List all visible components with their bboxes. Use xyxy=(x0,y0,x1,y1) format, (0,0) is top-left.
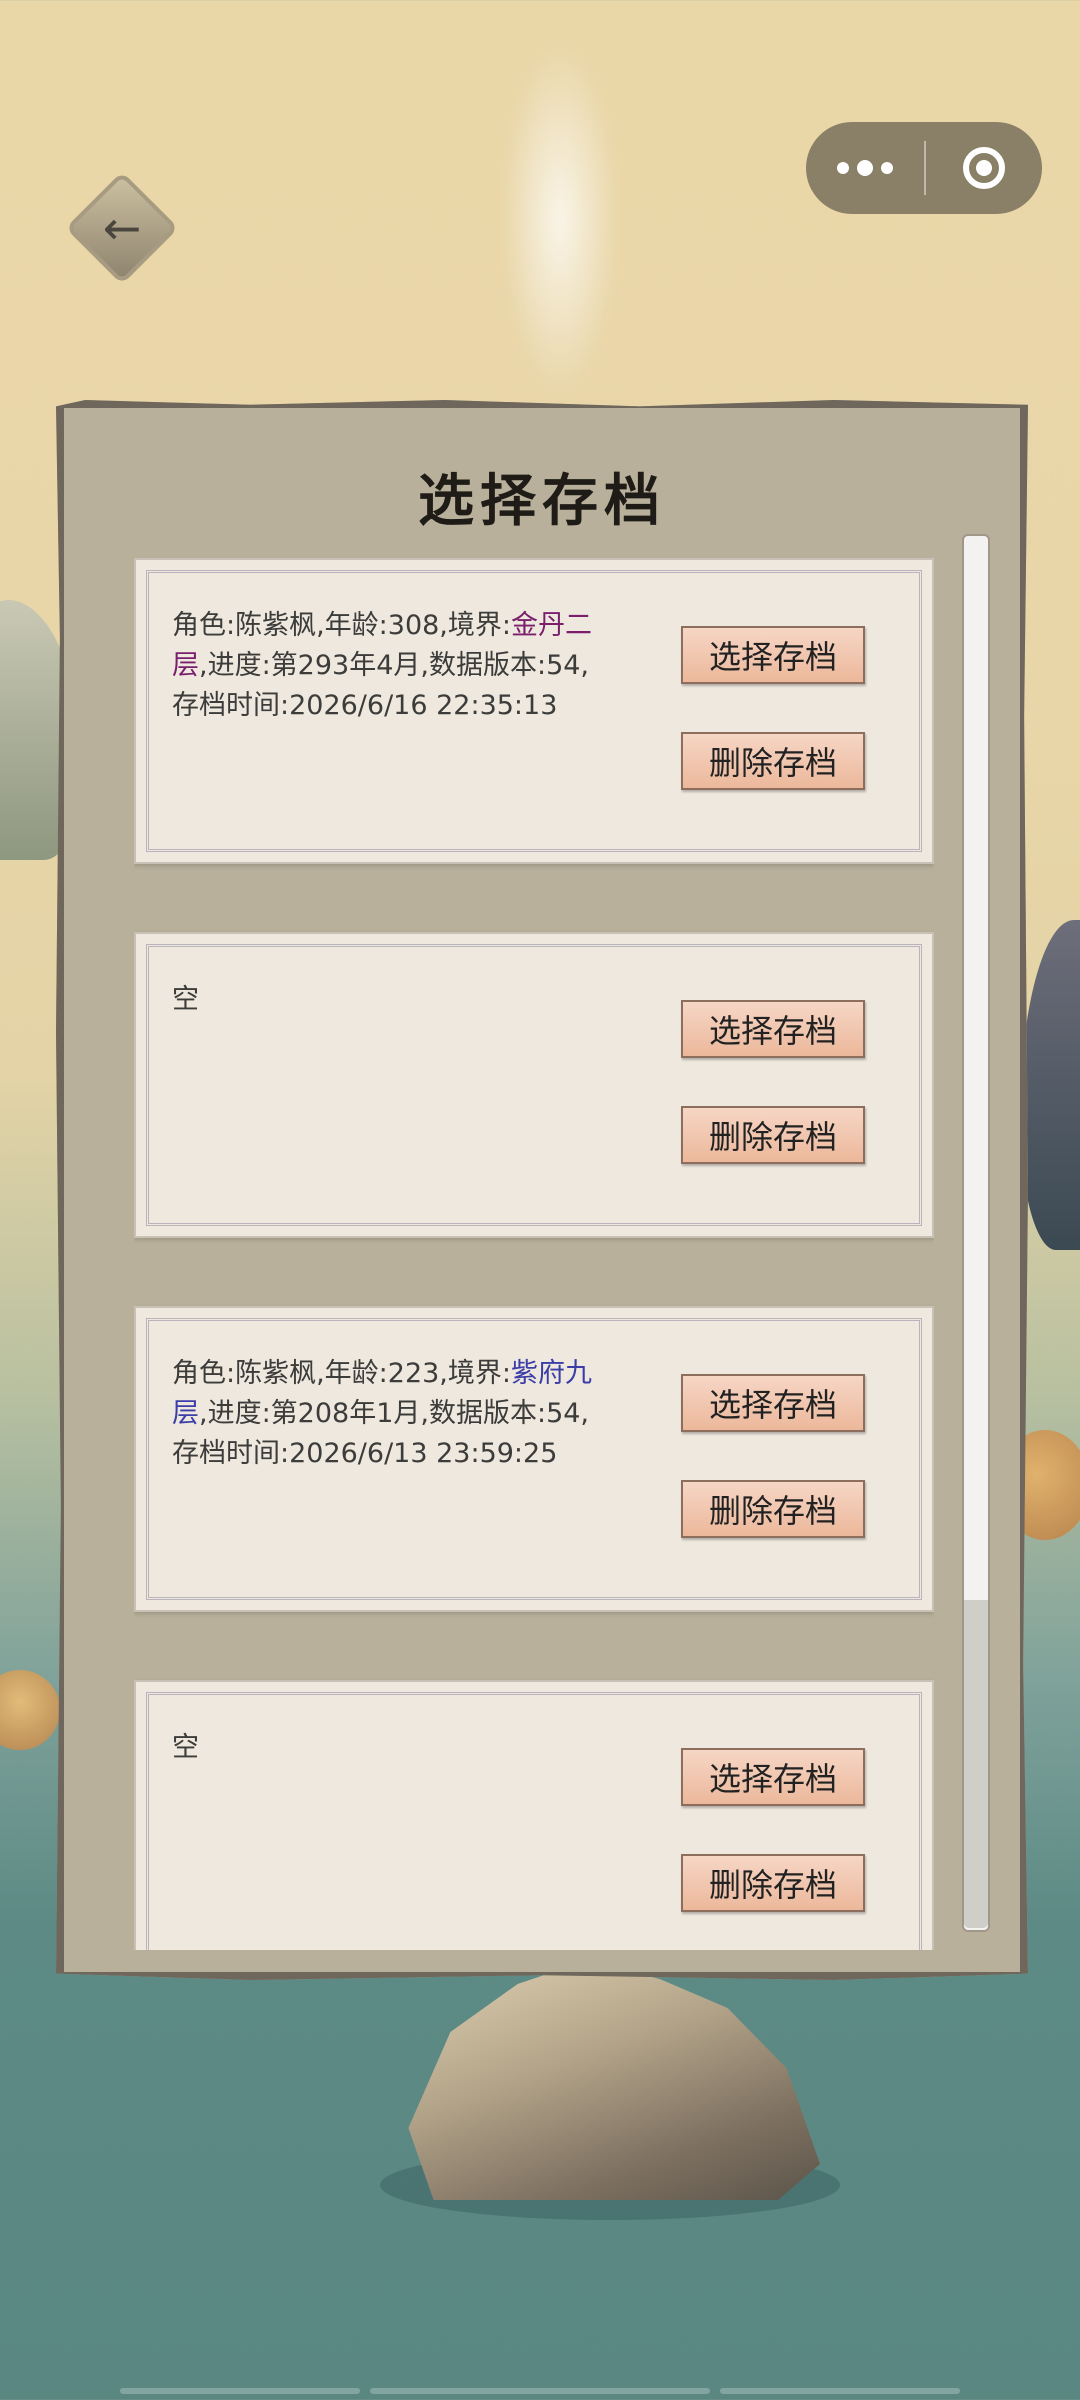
slot-info-prefix: 角色:陈紫枫,年龄:223,境界: xyxy=(172,1358,511,1389)
delete-save-button[interactable]: 删除存档 xyxy=(681,1854,865,1912)
mist-decoration xyxy=(500,40,620,400)
slot-info-prefix: 空 xyxy=(172,984,199,1015)
delete-save-button[interactable]: 删除存档 xyxy=(681,732,865,790)
save-slot-list[interactable]: 角色:陈紫枫,年龄:308,境界:金丹二层,进度:第293年4月,数据版本:54… xyxy=(134,558,934,1950)
more-dots-icon[interactable] xyxy=(806,122,924,214)
delete-save-button[interactable]: 删除存档 xyxy=(681,1106,865,1164)
scrollbar[interactable] xyxy=(962,534,990,1932)
save-slot-info: 空 xyxy=(172,1728,612,1768)
save-slot-info: 角色:陈紫枫,年龄:223,境界:紫府九层,进度:第208年1月,数据版本:54… xyxy=(172,1354,612,1474)
save-slot-card: 空 选择存档 删除存档 xyxy=(134,932,934,1238)
save-slot-card: 角色:陈紫枫,年龄:308,境界:金丹二层,进度:第293年4月,数据版本:54… xyxy=(134,558,934,864)
slot-info-prefix: 角色:陈紫枫,年龄:308,境界: xyxy=(172,610,511,641)
scrollbar-thumb[interactable] xyxy=(964,1600,988,1928)
save-slot-info: 空 xyxy=(172,980,612,1020)
miniprogram-capsule xyxy=(806,122,1042,214)
delete-save-button[interactable]: 删除存档 xyxy=(681,1480,865,1538)
select-save-button[interactable]: 选择存档 xyxy=(681,626,865,684)
rock-island-scenery xyxy=(408,1960,820,2200)
bottom-indicator xyxy=(720,2388,960,2394)
slot-info-suffix: ,进度:第293年4月,数据版本:54,存档时间:2026/6/16 22:35… xyxy=(172,650,590,721)
back-arrow-icon[interactable]: ← xyxy=(82,188,162,268)
save-slot-card: 角色:陈紫枫,年龄:223,境界:紫府九层,进度:第208年1月,数据版本:54… xyxy=(134,1306,934,1612)
bottom-indicator xyxy=(120,2388,360,2394)
select-save-button[interactable]: 选择存档 xyxy=(681,1374,865,1432)
save-slot-info: 角色:陈紫枫,年龄:308,境界:金丹二层,进度:第293年4月,数据版本:54… xyxy=(172,606,612,726)
select-save-button[interactable]: 选择存档 xyxy=(681,1000,865,1058)
bottom-indicator xyxy=(370,2388,710,2394)
panel-title: 选择存档 xyxy=(418,468,666,534)
cliff-scenery-right xyxy=(1020,920,1080,1250)
target-circle-icon[interactable] xyxy=(926,122,1042,214)
slot-info-prefix: 空 xyxy=(172,1732,199,1763)
save-select-panel: 选择存档 角色:陈紫枫,年龄:308,境界:金丹二层,进度:第293年4月,数据… xyxy=(56,400,1028,1980)
slot-info-suffix: ,进度:第208年1月,数据版本:54,存档时间:2026/6/13 23:59… xyxy=(172,1398,590,1469)
save-slot-card: 空 选择存档 删除存档 xyxy=(134,1680,934,1950)
island-scenery-left xyxy=(0,1670,60,1750)
select-save-button[interactable]: 选择存档 xyxy=(681,1748,865,1806)
